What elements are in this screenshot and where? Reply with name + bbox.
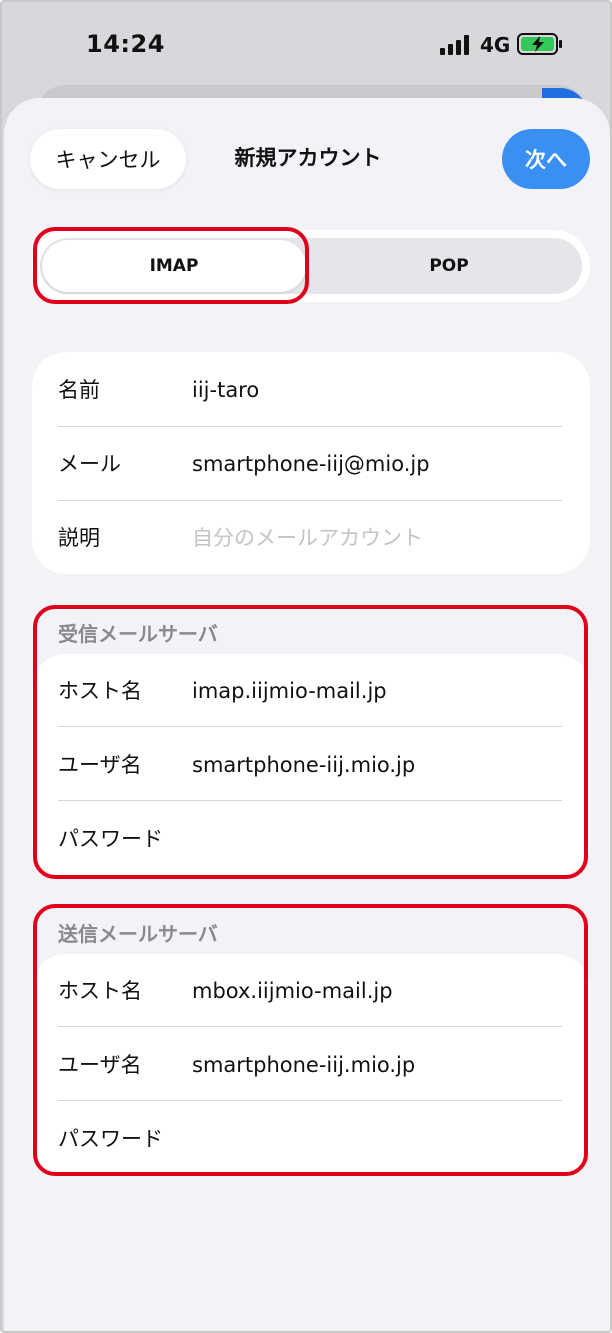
divider: [58, 800, 562, 801]
incoming-user-field[interactable]: smartphone-iij.mio.jp: [192, 728, 415, 802]
sheet-title: 新規アカウント: [234, 146, 382, 170]
outgoing-user-label: ユーザ名: [58, 1053, 142, 1077]
incoming-user-label: ユーザ名: [58, 753, 142, 777]
network-type: 4G: [480, 33, 511, 57]
outgoing-host-field[interactable]: mbox.iijmio-mail.jp: [192, 954, 393, 1028]
outgoing-server-header: 送信メールサーバ: [58, 922, 218, 946]
incoming-password-row[interactable]: パスワード: [32, 802, 590, 876]
incoming-server-group: ホスト名 imap.iijmio-mail.jp ユーザ名 smartphone…: [32, 654, 590, 876]
email-field[interactable]: smartphone-iij@mio.jp: [192, 427, 430, 501]
status-time: 14:24: [86, 30, 165, 58]
segment-pop[interactable]: POP: [318, 240, 580, 292]
next-button[interactable]: 次へ: [502, 129, 590, 189]
outgoing-password-label: パスワード: [58, 1127, 163, 1151]
divider: [58, 1026, 562, 1027]
description-field[interactable]: 自分のメールアカウント: [192, 501, 423, 575]
segment-imap[interactable]: IMAP: [42, 240, 306, 292]
cancel-button[interactable]: キャンセル: [30, 129, 186, 189]
divider: [58, 1100, 562, 1101]
phone-screen: 14:24 4G キャンセル 新規アカウント 次へ IMAP POP 名前 ii…: [0, 0, 612, 1333]
outgoing-host-row[interactable]: ホスト名 mbox.iijmio-mail.jp: [32, 954, 590, 1028]
name-label: 名前: [58, 378, 100, 402]
divider: [58, 726, 562, 727]
signal-icon: [440, 35, 469, 55]
incoming-user-row[interactable]: ユーザ名 smartphone-iij.mio.jp: [32, 728, 590, 802]
description-row[interactable]: 説明 自分のメールアカウント: [32, 501, 590, 575]
outgoing-user-row[interactable]: ユーザ名 smartphone-iij.mio.jp: [32, 1028, 590, 1102]
incoming-host-field[interactable]: imap.iijmio-mail.jp: [192, 654, 387, 728]
outgoing-server-group: ホスト名 mbox.iijmio-mail.jp ユーザ名 smartphone…: [32, 954, 590, 1176]
name-field[interactable]: iij-taro: [192, 353, 259, 427]
battery-charging-icon: [517, 33, 562, 55]
protocol-segmented-control: IMAP POP: [32, 230, 590, 302]
incoming-server-header: 受信メールサーバ: [58, 622, 218, 646]
account-info-group: 名前 iij-taro メール smartphone-iij@mio.jp 説明…: [32, 352, 590, 574]
outgoing-host-label: ホスト名: [58, 979, 142, 1003]
email-row[interactable]: メール smartphone-iij@mio.jp: [32, 427, 590, 501]
outgoing-password-row[interactable]: パスワード: [32, 1102, 590, 1176]
status-bar: 14:24 4G: [2, 2, 610, 86]
incoming-password-label: パスワード: [58, 827, 163, 851]
incoming-host-row[interactable]: ホスト名 imap.iijmio-mail.jp: [32, 654, 590, 728]
description-label: 説明: [58, 526, 100, 550]
outgoing-user-field[interactable]: smartphone-iij.mio.jp: [192, 1028, 415, 1102]
email-label: メール: [58, 452, 121, 476]
incoming-host-label: ホスト名: [58, 679, 142, 703]
name-row[interactable]: 名前 iij-taro: [32, 353, 590, 427]
